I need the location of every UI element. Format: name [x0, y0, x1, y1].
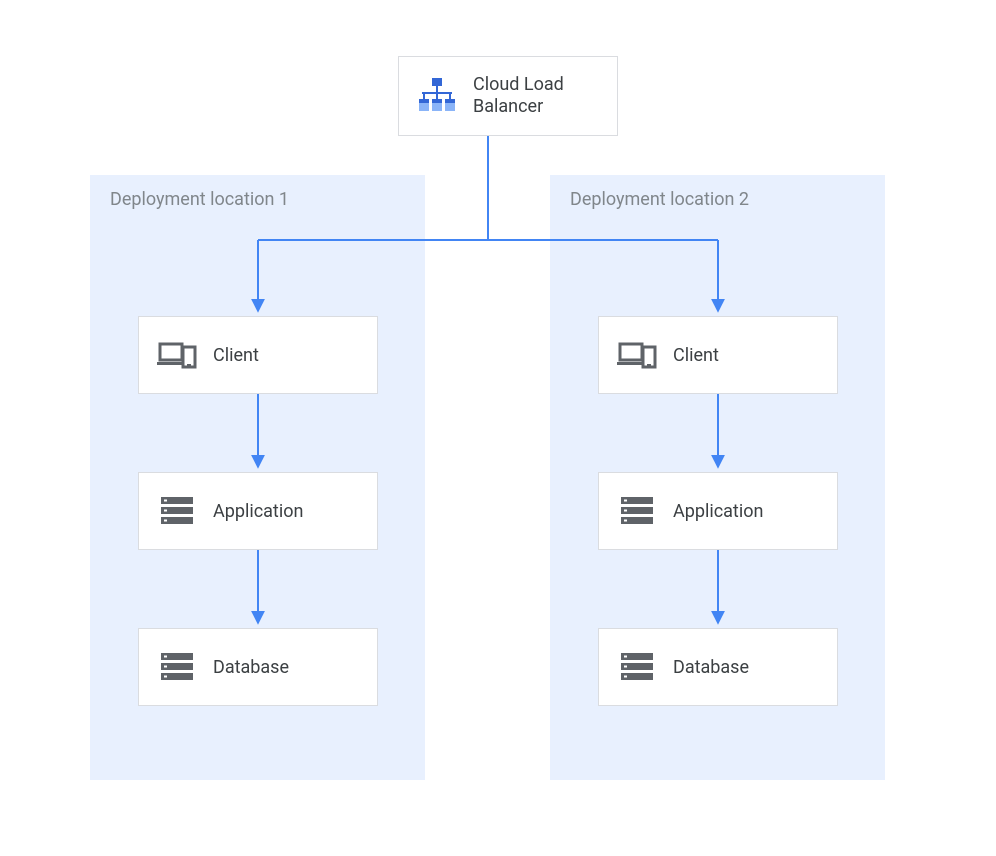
client-icon: [617, 335, 657, 375]
node-database-2: Database: [598, 628, 838, 706]
load-balancer-label: Cloud Load Balancer: [473, 74, 564, 119]
node-application-2: Application: [598, 472, 838, 550]
application-icon: [617, 491, 657, 531]
node-database-1: Database: [138, 628, 378, 706]
load-balancer-icon: [417, 76, 457, 116]
database-icon: [617, 647, 657, 687]
architecture-diagram: Deployment location 1 Deployment locatio…: [0, 0, 996, 856]
region-title-2: Deployment location 2: [570, 189, 749, 210]
application-label-2: Application: [673, 501, 763, 522]
node-client-2: Client: [598, 316, 838, 394]
database-icon: [157, 647, 197, 687]
node-application-1: Application: [138, 472, 378, 550]
client-label-2: Client: [673, 345, 719, 366]
database-label-1: Database: [213, 657, 289, 678]
node-load-balancer: Cloud Load Balancer: [398, 56, 618, 136]
client-label-1: Client: [213, 345, 259, 366]
client-icon: [157, 335, 197, 375]
database-label-2: Database: [673, 657, 749, 678]
region-title-1: Deployment location 1: [110, 189, 289, 210]
application-label-1: Application: [213, 501, 303, 522]
application-icon: [157, 491, 197, 531]
node-client-1: Client: [138, 316, 378, 394]
